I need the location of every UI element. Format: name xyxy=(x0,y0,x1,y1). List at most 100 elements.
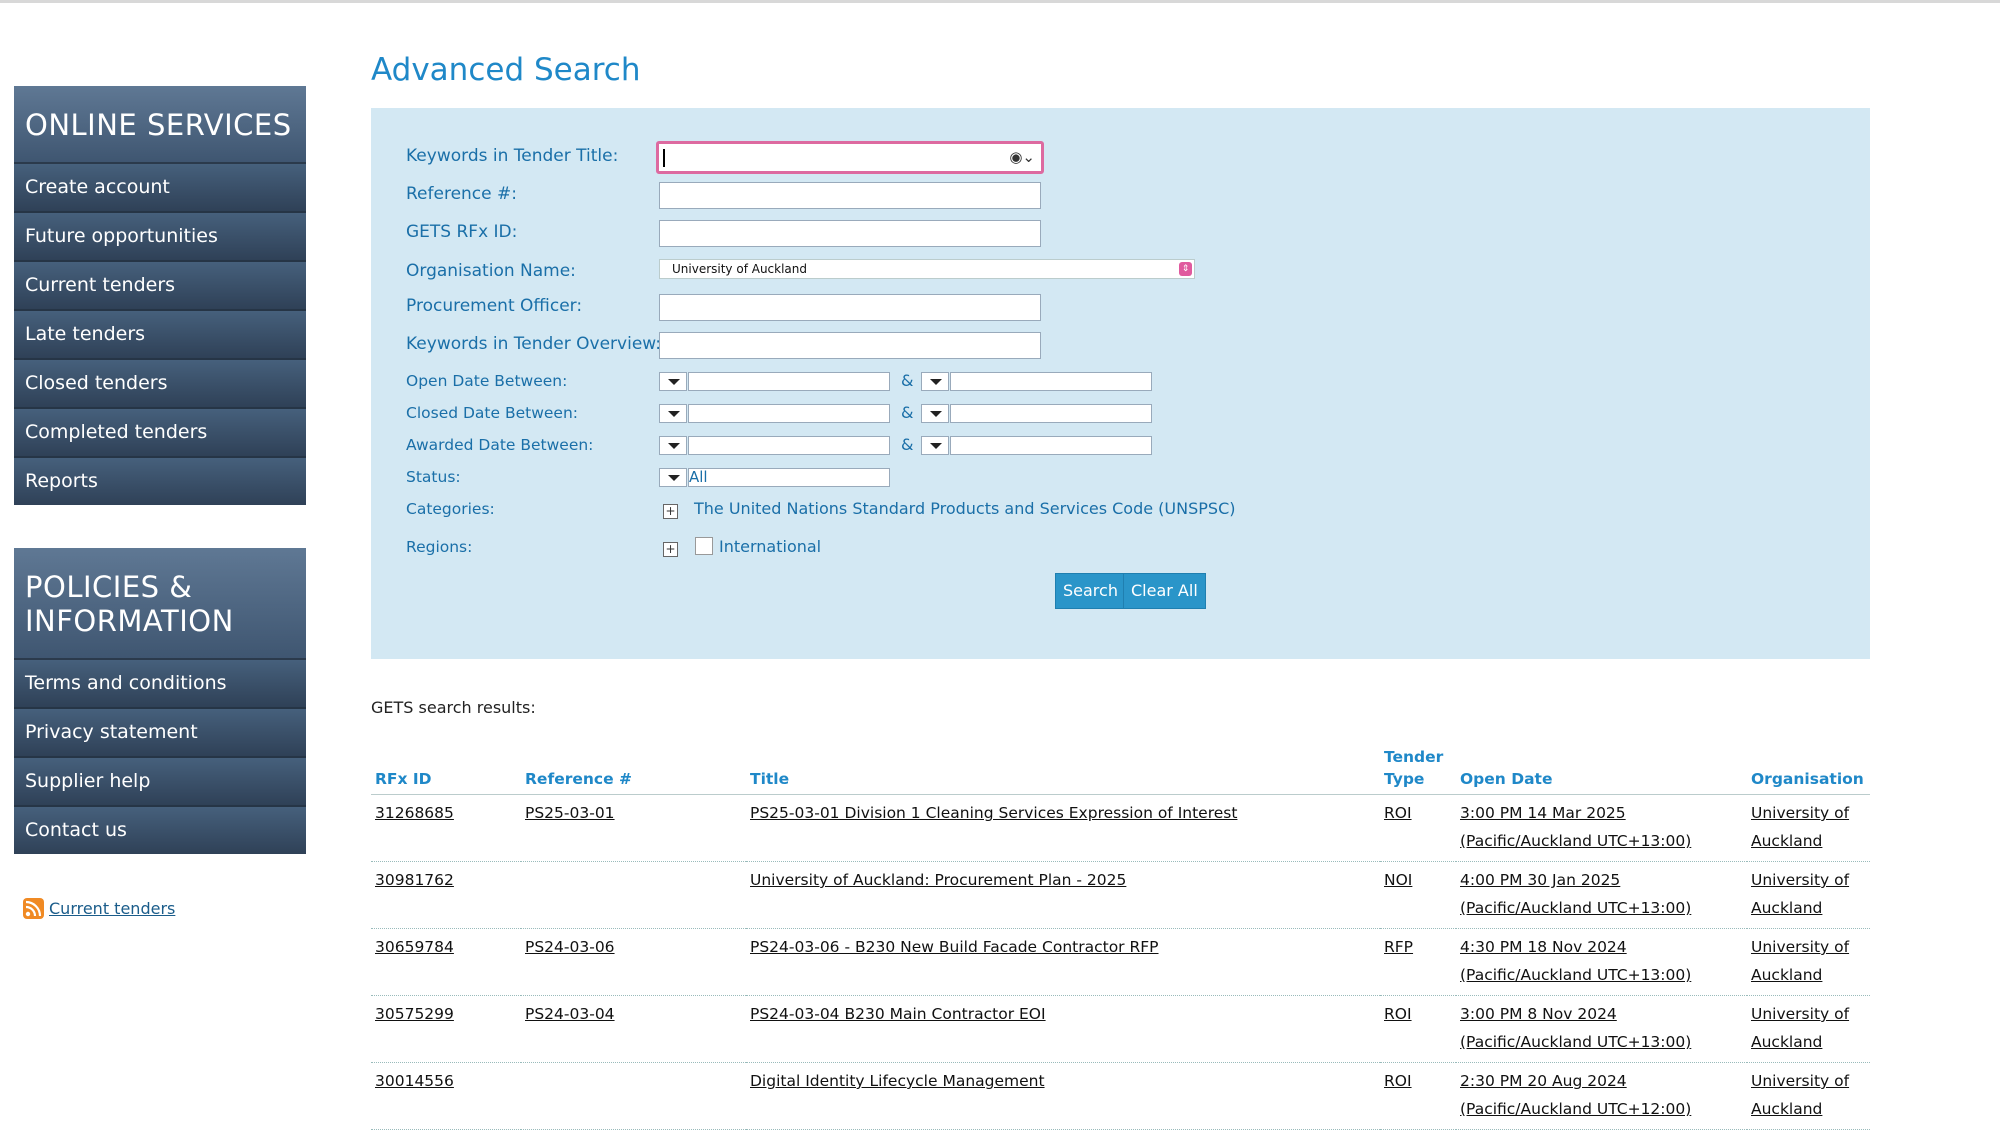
rss-current-tenders-link[interactable]: Current tenders xyxy=(49,899,175,918)
tender-type-link[interactable]: ROI xyxy=(1384,1072,1412,1090)
rfx-id-link[interactable]: 31268685 xyxy=(375,804,454,822)
rfx-id-link[interactable]: 30575299 xyxy=(375,1005,454,1023)
tender-title-link[interactable]: PS24-03-04 B230 Main Contractor EOI xyxy=(750,1005,1046,1023)
col-open-date[interactable]: Open Date xyxy=(1456,740,1747,795)
policies-heading-line1: POLICIES & xyxy=(25,570,193,604)
tender-type-link[interactable]: RFP xyxy=(1384,938,1413,956)
sidebar-item-current-tenders[interactable]: Current tenders xyxy=(14,262,306,311)
open-date-from-input[interactable] xyxy=(688,372,890,391)
categories-label: Categories: xyxy=(406,500,495,518)
policies-menu: POLICIES & INFORMATION Terms and conditi… xyxy=(14,548,306,854)
col-reference[interactable]: Reference # xyxy=(521,740,746,795)
tender-type-link[interactable]: ROI xyxy=(1384,1005,1412,1023)
rfx-id-input[interactable] xyxy=(659,220,1041,247)
clear-all-button[interactable]: Clear All xyxy=(1123,573,1206,609)
sidebar-item-contact[interactable]: Contact us xyxy=(14,807,306,854)
organisation-line1: University of xyxy=(1751,871,1850,889)
open-date-link[interactable]: 3:00 PM 8 Nov 2024 (Pacific/Auckland UTC+… xyxy=(1460,1005,1691,1051)
open-date-link[interactable]: 3:00 PM 14 Mar 2025 (Pacific/Auckland UTC… xyxy=(1460,804,1691,850)
procurement-officer-label: Procurement Officer: xyxy=(406,296,583,316)
procurement-officer-input[interactable] xyxy=(659,294,1041,321)
sidebar-item-closed-tenders[interactable]: Closed tenders xyxy=(14,360,306,409)
organisation-line2: Auckland xyxy=(1751,1033,1823,1051)
sidebar-item-privacy[interactable]: Privacy statement xyxy=(14,709,306,758)
open-date-link[interactable]: 4:30 PM 18 Nov 2024 (Pacific/Auckland UTC… xyxy=(1460,938,1691,984)
keywords-title-input[interactable]: ◉⌄ xyxy=(656,141,1044,174)
reference-link[interactable]: PS24-03-04 xyxy=(525,1005,615,1023)
organisation-link[interactable]: University of Auckland xyxy=(1751,1072,1849,1118)
table-row: 30659784 PS24-03-06 PS24-03-06 - B230 Ne… xyxy=(371,928,1870,996)
organisation-link[interactable]: University of Auckland xyxy=(1751,871,1849,917)
open-date-link[interactable]: 2:30 PM 20 Aug 2024 (Pacific/Auckland UTC… xyxy=(1460,1072,1691,1118)
organisation-select[interactable]: University of Auckland ⇕ xyxy=(659,259,1195,279)
open-date-to-dropdown[interactable] xyxy=(921,372,949,391)
status-dropdown[interactable] xyxy=(659,468,687,487)
top-border xyxy=(0,0,2000,3)
awarded-date-to-dropdown[interactable] xyxy=(921,436,949,455)
tender-title-link[interactable]: Digital Identity Lifecycle Management xyxy=(750,1072,1045,1090)
col-tender-type[interactable]: Tender Type xyxy=(1380,740,1456,795)
closed-date-to-input[interactable] xyxy=(950,404,1152,423)
rfx-id-label: GETS RFx ID: xyxy=(406,222,518,242)
sidebar-item-terms[interactable]: Terms and conditions xyxy=(14,660,306,709)
rfx-id-link[interactable]: 30981762 xyxy=(375,871,454,889)
rfx-id-link[interactable]: 30659784 xyxy=(375,938,454,956)
unspsc-categories-link[interactable]: The United Nations Standard Products and… xyxy=(694,499,1235,518)
organisation-link[interactable]: University of Auckland xyxy=(1751,804,1849,850)
regions-expand-icon[interactable]: + xyxy=(663,542,678,557)
closed-date-to-dropdown[interactable] xyxy=(921,404,949,423)
autofill-account-icon[interactable]: ◉⌄ xyxy=(1009,148,1035,166)
open-date-timezone: (Pacific/Auckland UTC+13:00) xyxy=(1460,966,1692,984)
organisation-link[interactable]: University of Auckland xyxy=(1751,1005,1849,1051)
online-services-menu: ONLINE SERVICES Create account Future op… xyxy=(14,86,306,505)
sidebar-item-create-account[interactable]: Create account xyxy=(14,164,306,213)
tender-type-link[interactable]: ROI xyxy=(1384,804,1412,822)
online-services-heading: ONLINE SERVICES xyxy=(14,86,306,164)
awarded-date-from-input[interactable] xyxy=(688,436,890,455)
table-row: 31268685 PS25-03-01 PS25-03-01 Division … xyxy=(371,794,1870,862)
col-title[interactable]: Title xyxy=(746,740,1380,795)
sidebar-item-supplier-help[interactable]: Supplier help xyxy=(14,758,306,807)
tender-title-link[interactable]: PS24-03-06 - B230 New Build Facade Contr… xyxy=(750,938,1159,956)
international-checkbox[interactable] xyxy=(695,537,713,555)
col-organisation[interactable]: Organisation xyxy=(1747,740,1870,795)
closed-date-from-input[interactable] xyxy=(688,404,890,423)
open-date-time: 4:30 PM 18 Nov 2024 xyxy=(1460,938,1627,956)
rss-feed: Current tenders xyxy=(23,898,175,919)
sidebar-item-reports[interactable]: Reports xyxy=(14,458,306,505)
open-date-amp: & xyxy=(901,371,914,390)
sidebar-item-future-opportunities[interactable]: Future opportunities xyxy=(14,213,306,262)
col-tender-type-line1: Tender xyxy=(1384,748,1444,766)
col-rfx-id[interactable]: RFx ID xyxy=(371,740,521,795)
status-value[interactable]: All xyxy=(688,468,890,487)
rfx-id-link[interactable]: 30014556 xyxy=(375,1072,454,1090)
sidebar-item-late-tenders[interactable]: Late tenders xyxy=(14,311,306,360)
tender-title-link[interactable]: University of Auckland: Procurement Plan… xyxy=(750,871,1126,889)
awarded-date-amp: & xyxy=(901,435,914,454)
awarded-date-to-input[interactable] xyxy=(950,436,1152,455)
reference-link[interactable]: PS24-03-06 xyxy=(525,938,615,956)
open-date-from-dropdown[interactable] xyxy=(659,372,687,391)
text-cursor xyxy=(663,149,665,167)
tender-title-link[interactable]: PS25-03-01 Division 1 Cleaning Services … xyxy=(750,804,1237,822)
awarded-date-from-dropdown[interactable] xyxy=(659,436,687,455)
table-row: 30981762 University of Auckland: Procure… xyxy=(371,861,1870,929)
reference-input[interactable] xyxy=(659,182,1041,209)
regions-label: Regions: xyxy=(406,538,473,556)
tender-type-link[interactable]: NOI xyxy=(1384,871,1412,889)
search-button[interactable]: Search xyxy=(1055,573,1126,609)
open-date-to-input[interactable] xyxy=(950,372,1152,391)
open-date-timezone: (Pacific/Auckland UTC+13:00) xyxy=(1460,1033,1692,1051)
organisation-link[interactable]: University of Auckland xyxy=(1751,938,1849,984)
categories-expand-icon[interactable]: + xyxy=(663,504,678,519)
closed-date-from-dropdown[interactable] xyxy=(659,404,687,423)
overview-keywords-input[interactable] xyxy=(659,332,1041,359)
select-arrows-icon: ⇕ xyxy=(1179,262,1192,276)
rss-icon xyxy=(23,898,44,919)
open-date-label: Open Date Between: xyxy=(406,372,568,390)
page-title: Advanced Search xyxy=(371,52,641,88)
organisation-line1: University of xyxy=(1751,1072,1850,1090)
sidebar-item-completed-tenders[interactable]: Completed tenders xyxy=(14,409,306,458)
open-date-link[interactable]: 4:00 PM 30 Jan 2025 (Pacific/Auckland UTC… xyxy=(1460,871,1691,917)
reference-link[interactable]: PS25-03-01 xyxy=(525,804,615,822)
